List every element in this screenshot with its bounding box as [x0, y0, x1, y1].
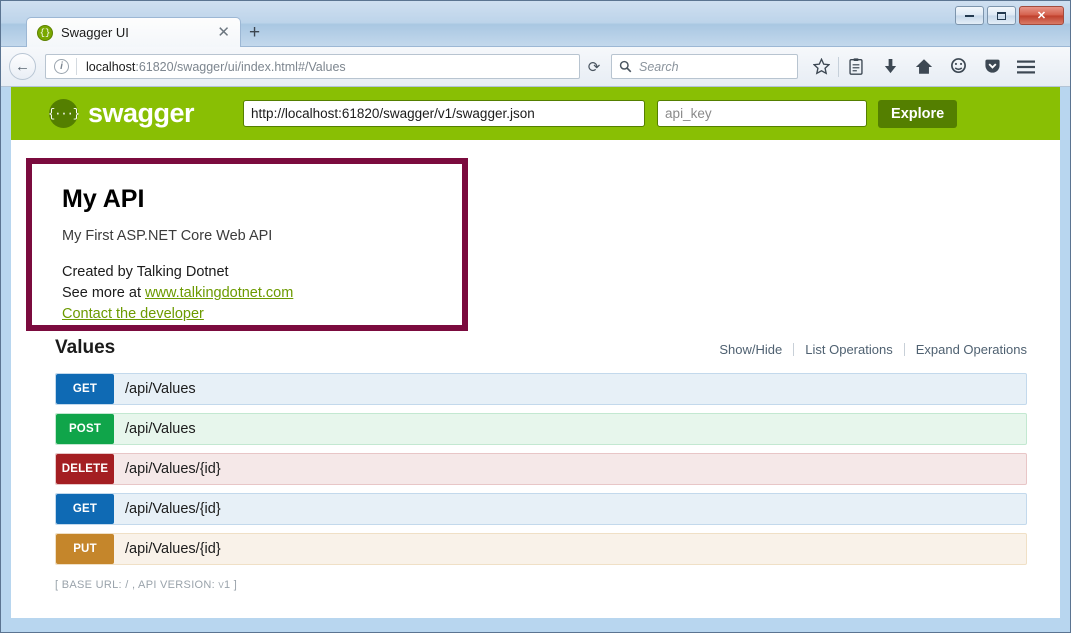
swagger-favicon-icon [37, 24, 53, 41]
site-info-icon[interactable]: i [54, 59, 69, 74]
minimize-button[interactable] [955, 6, 984, 25]
api-see-more-line: See more at www.talkingdotnet.com [62, 283, 462, 304]
method-badge: PUT [56, 534, 114, 564]
operation-row[interactable]: GET /api/Values [55, 373, 1027, 405]
address-bar-text: localhost:61820/swagger/ui/index.html#/V… [86, 60, 579, 74]
resource-operations-links: Show/Hide List Operations Expand Operati… [708, 342, 1027, 357]
operations-list: GET /api/Values POST /api/Values DELETE … [55, 373, 1027, 565]
operation-path: /api/Values/{id} [125, 461, 221, 477]
explore-button[interactable]: Explore [878, 99, 958, 128]
operation-path: /api/Values/{id} [125, 501, 221, 517]
pocket-icon[interactable] [975, 53, 1009, 81]
address-bar[interactable]: i localhost:61820/swagger/ui/index.html#… [45, 54, 580, 79]
api-key-input[interactable] [657, 100, 868, 127]
resource-section: Values Show/Hide List Operations Expand … [55, 338, 1027, 591]
home-icon[interactable] [907, 53, 941, 81]
method-badge: GET [56, 374, 114, 404]
api-info-highlight-box: My API My First ASP.NET Core Web API Cre… [26, 158, 468, 331]
operation-path: /api/Values [125, 381, 196, 397]
api-contact-link[interactable]: Contact the developer [62, 306, 204, 322]
download-icon[interactable] [873, 53, 907, 81]
tab-title: Swagger UI [61, 25, 129, 40]
base-url-info: [ BASE URL: / , API VERSION: v1 ] [55, 579, 238, 591]
menu-icon[interactable] [1009, 53, 1043, 81]
operation-row[interactable]: GET /api/Values/{id} [55, 493, 1027, 525]
new-tab-button[interactable]: + [249, 23, 260, 42]
reading-list-icon[interactable] [839, 53, 873, 81]
resource-header: Values Show/Hide List Operations Expand … [55, 338, 1027, 363]
operation-path: /api/Values [125, 421, 196, 437]
browser-window: Swagger UI ✕ + ✕ ← i localhost:61820/swa… [0, 0, 1071, 633]
resource-title: Values [55, 337, 116, 358]
reload-icon[interactable]: ⟳ [580, 58, 608, 76]
api-description: My First ASP.NET Core Web API [62, 228, 273, 244]
swagger-logo[interactable]: {···} swagger [48, 98, 195, 129]
api-created-by: Created by Talking Dotnet [62, 264, 229, 280]
operation-row[interactable]: DELETE /api/Values/{id} [55, 453, 1027, 485]
search-placeholder: Search [639, 59, 679, 74]
title-bar: Swagger UI ✕ + ✕ [1, 1, 1070, 47]
address-divider [76, 58, 77, 75]
operation-row[interactable]: POST /api/Values [55, 413, 1027, 445]
api-meta: Created by Talking Dotnet See more at ww… [62, 262, 462, 325]
swagger-header: {···} swagger Explore [11, 87, 1060, 140]
api-see-more-prefix: See more at [62, 285, 146, 302]
api-website-link[interactable]: www.talkingdotnet.com [145, 285, 293, 301]
url-host: localhost [86, 59, 136, 74]
show-hide-link[interactable]: Show/Hide [708, 342, 793, 357]
swagger-logo-icon: {···} [48, 99, 80, 128]
maximize-button[interactable] [987, 6, 1016, 25]
feedback-icon[interactable] [941, 53, 975, 81]
star-icon[interactable] [804, 53, 838, 81]
search-icon [619, 60, 632, 73]
window-controls: ✕ [955, 6, 1064, 25]
operation-path: /api/Values/{id} [125, 541, 221, 557]
close-button[interactable]: ✕ [1019, 6, 1064, 25]
navigation-toolbar: ← i localhost:61820/swagger/ui/index.htm… [1, 47, 1070, 87]
url-path: :61820/swagger/ui/index.html#/Values [135, 59, 346, 74]
api-url-input[interactable] [243, 100, 646, 127]
back-button-icon[interactable]: ← [9, 53, 36, 80]
tab-close-icon[interactable]: ✕ [213, 25, 234, 40]
browser-tab[interactable]: Swagger UI ✕ [26, 17, 241, 47]
api-title: My API [62, 185, 145, 213]
window-bottom-border [1, 618, 1070, 632]
list-operations-link[interactable]: List Operations [794, 342, 903, 357]
method-badge: DELETE [56, 454, 114, 484]
expand-operations-link[interactable]: Expand Operations [905, 342, 1027, 357]
swagger-brand-text: swagger [88, 98, 195, 128]
toolbar-icons [804, 53, 1043, 81]
method-badge: GET [56, 494, 114, 524]
method-badge: POST [56, 414, 114, 444]
page-content: {···} swagger Explore My API My First AS… [11, 87, 1060, 618]
search-bar[interactable]: Search [611, 54, 798, 79]
operation-row[interactable]: PUT /api/Values/{id} [55, 533, 1027, 565]
